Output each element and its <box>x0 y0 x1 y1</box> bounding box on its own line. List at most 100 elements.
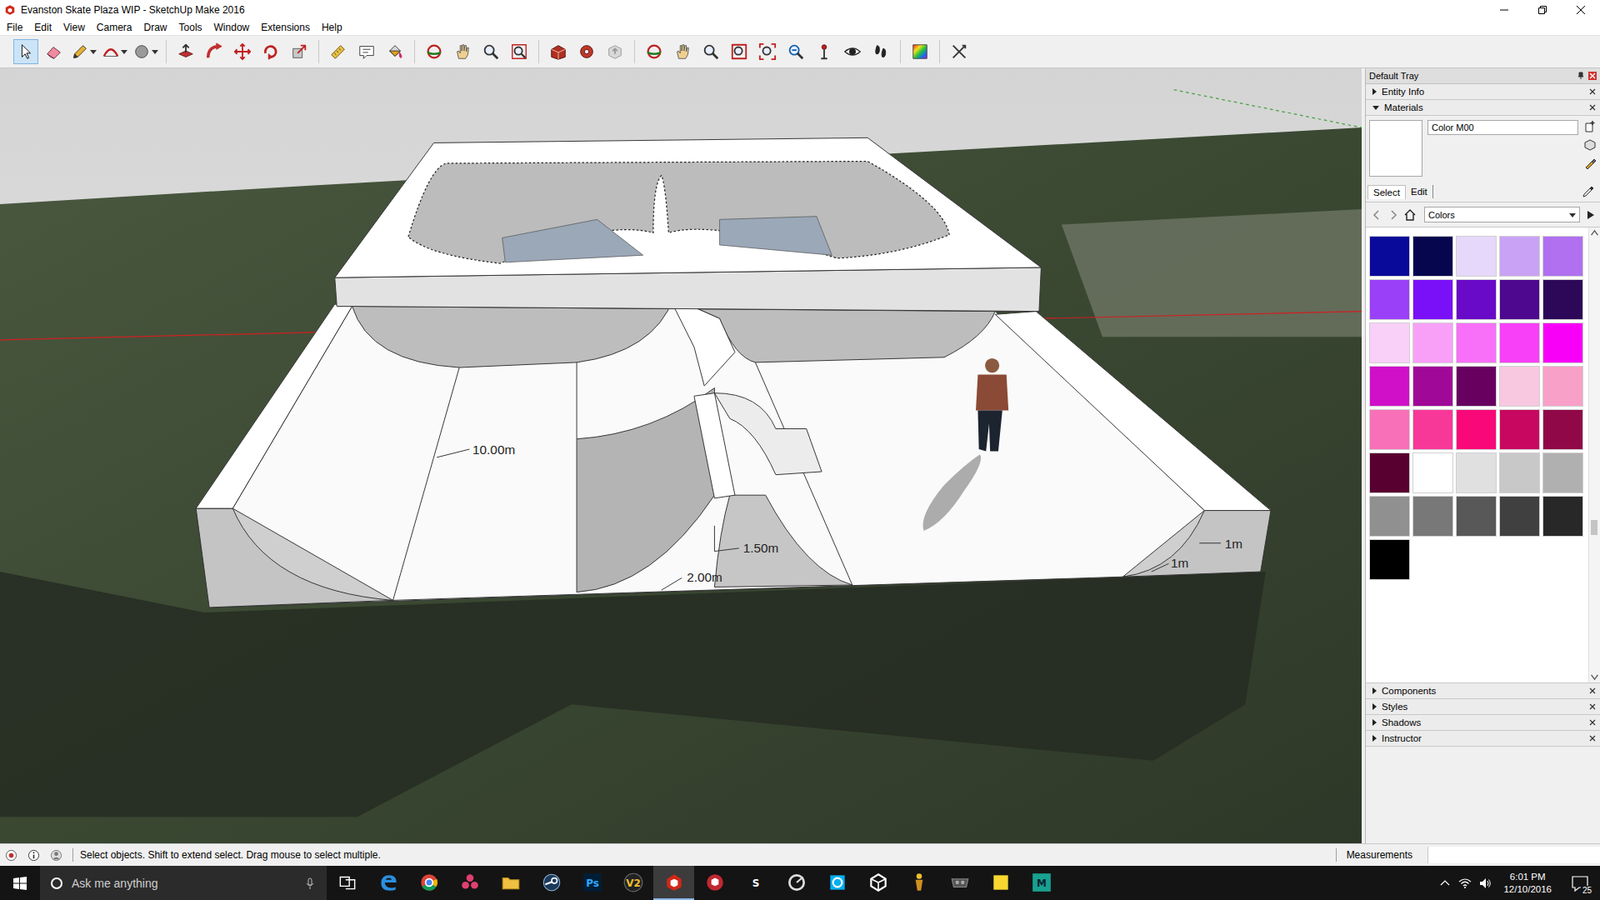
clock[interactable]: 6:01 PM 12/10/2016 <box>1498 870 1557 896</box>
color-swatch[interactable] <box>1542 322 1584 364</box>
tool-button[interactable] <box>641 39 667 65</box>
tool-button[interactable] <box>726 39 752 65</box>
color-swatch[interactable] <box>1542 365 1584 407</box>
measurements-field[interactable] <box>1427 846 1600 864</box>
model-scene[interactable]: 10.00m1.50m2.00m1m1m <box>0 68 1362 844</box>
expand-arrow-icon[interactable] <box>1372 703 1377 710</box>
close-icon[interactable] <box>1588 718 1597 727</box>
material-name-field[interactable]: Color M00 <box>1427 120 1579 135</box>
color-swatch[interactable] <box>1412 452 1454 494</box>
cortana-search[interactable]: Ask me anything <box>40 865 327 900</box>
color-swatch[interactable] <box>1369 365 1410 407</box>
taskbar-app[interactable] <box>775 865 817 900</box>
tool-button[interactable] <box>41 39 67 65</box>
dropdown-arrow-icon[interactable] <box>120 41 128 62</box>
tool-button[interactable] <box>907 39 933 65</box>
scroll-thumb[interactable] <box>1590 520 1598 535</box>
tool-button[interactable] <box>131 39 160 65</box>
forward-arrow-icon[interactable] <box>1387 209 1400 221</box>
color-swatch[interactable] <box>1412 495 1454 537</box>
microphone-icon[interactable] <box>303 876 317 890</box>
menu-item[interactable]: Extensions <box>255 21 316 34</box>
menu-item[interactable]: Help <box>315 21 349 34</box>
tool-button[interactable] <box>545 39 571 65</box>
taskbar-app[interactable] <box>408 865 450 900</box>
model-viewport[interactable]: 10.00m1.50m2.00m1m1m <box>0 68 1362 844</box>
color-swatch[interactable] <box>1455 409 1497 450</box>
taskbar-app[interactable] <box>367 865 409 900</box>
tool-button[interactable] <box>840 39 865 65</box>
color-swatch[interactable] <box>1369 452 1410 494</box>
menu-item[interactable]: File <box>0 21 29 34</box>
details-arrow-icon[interactable] <box>1585 209 1597 221</box>
tool-button[interactable] <box>450 39 475 65</box>
dropdown-arrow-icon[interactable] <box>90 41 97 62</box>
dimension-label[interactable]: 10.00m <box>472 442 515 457</box>
color-swatch[interactable] <box>1455 322 1497 364</box>
tool-button[interactable] <box>382 39 408 65</box>
swatch-scrollbar[interactable] <box>1588 227 1600 683</box>
taskbar-app[interactable]: Ps <box>571 865 613 900</box>
back-arrow-icon[interactable] <box>1370 209 1383 221</box>
taskbar-app[interactable] <box>490 865 531 900</box>
color-swatch[interactable] <box>1412 235 1454 277</box>
close-icon[interactable] <box>1588 71 1597 80</box>
tool-button[interactable] <box>602 39 628 65</box>
color-swatch[interactable] <box>1369 539 1410 580</box>
tool-button[interactable] <box>868 39 894 65</box>
dimension-label[interactable]: 1m <box>1170 555 1189 570</box>
taskbar-app[interactable] <box>898 865 940 900</box>
material-tab[interactable]: Edit <box>1405 185 1434 199</box>
taskbar-app[interactable]: V2 <box>612 865 654 900</box>
scroll-up-icon[interactable] <box>1589 227 1600 239</box>
volume-icon[interactable] <box>1478 876 1492 890</box>
close-icon[interactable] <box>1588 734 1597 743</box>
color-swatch[interactable] <box>1499 365 1540 407</box>
tray-panel-header[interactable]: Instructor <box>1365 730 1600 747</box>
color-swatch[interactable] <box>1369 322 1410 364</box>
expand-arrow-icon[interactable] <box>1372 88 1377 95</box>
taskbar-app[interactable] <box>653 865 695 900</box>
tool-button[interactable] <box>755 39 780 65</box>
tool-button[interactable] <box>478 39 504 65</box>
dropdown-arrow-icon[interactable] <box>151 41 159 62</box>
tool-button[interactable] <box>354 39 380 65</box>
tool-button[interactable] <box>286 39 312 65</box>
menu-item[interactable]: Window <box>208 21 256 34</box>
scroll-down-icon[interactable] <box>1589 671 1600 683</box>
taskbar-app[interactable] <box>980 865 1021 900</box>
tool-button[interactable] <box>100 39 129 65</box>
color-swatch[interactable] <box>1455 452 1497 494</box>
close-icon[interactable] <box>1588 103 1597 112</box>
color-swatch[interactable] <box>1499 235 1540 277</box>
color-swatch[interactable] <box>1499 322 1540 364</box>
taskbar-app[interactable] <box>939 865 980 900</box>
color-swatch[interactable] <box>1369 409 1410 450</box>
expand-arrow-icon[interactable] <box>1372 735 1377 742</box>
dimension-label[interactable]: 2.00m <box>686 570 723 585</box>
taskbar-app[interactable] <box>694 865 735 900</box>
color-swatch[interactable] <box>1412 322 1454 364</box>
tool-button[interactable] <box>811 39 837 65</box>
menu-item[interactable]: Edit <box>28 21 58 34</box>
color-swatch[interactable] <box>1369 235 1410 277</box>
create-material-icon[interactable] <box>1583 120 1597 134</box>
materials-list-icon[interactable] <box>1583 138 1597 152</box>
color-swatch[interactable] <box>1499 409 1540 450</box>
color-swatch[interactable] <box>1542 495 1584 537</box>
tool-button[interactable] <box>946 39 972 65</box>
taskbar-app[interactable] <box>857 865 899 900</box>
tray-panel-header[interactable]: Components <box>1365 683 1600 700</box>
menu-item[interactable]: Draw <box>138 21 174 34</box>
tool-button[interactable] <box>258 39 284 65</box>
expand-arrow-icon[interactable] <box>1372 719 1377 726</box>
task-view-button[interactable] <box>326 865 368 900</box>
action-center-button[interactable]: 25 <box>1563 865 1597 900</box>
tool-button[interactable] <box>201 39 227 65</box>
tool-button[interactable] <box>230 39 255 65</box>
tool-button[interactable] <box>325 39 351 65</box>
taskbar-app[interactable] <box>816 865 858 900</box>
close-icon[interactable] <box>1588 686 1597 695</box>
eyedropper-icon[interactable] <box>1581 185 1595 199</box>
menu-item[interactable]: Camera <box>90 21 139 34</box>
